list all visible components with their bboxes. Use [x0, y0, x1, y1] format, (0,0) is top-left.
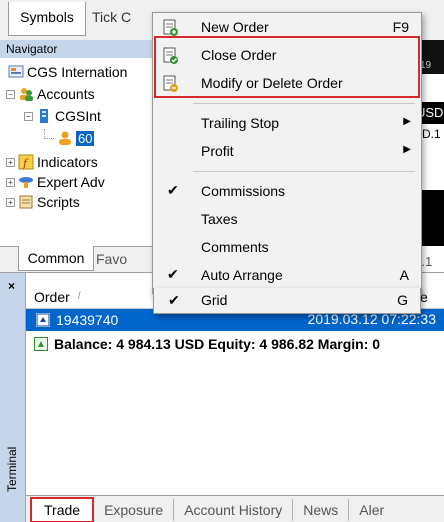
menu-item-taxes[interactable]: Taxes	[153, 207, 421, 233]
tree-label-server: CGSInt	[55, 108, 101, 124]
menu-label: Profit	[201, 143, 234, 159]
check-icon: ✔	[167, 266, 179, 282]
indicators-icon: f	[18, 154, 34, 170]
tab-account-history[interactable]: Account History	[174, 498, 294, 521]
scripts-icon	[18, 194, 34, 210]
close-icon[interactable]: ×	[8, 279, 15, 293]
terminal-side-bar: × Terminal	[0, 273, 26, 522]
menu-label: Commissions	[201, 183, 286, 199]
tree-item-account[interactable]: 60	[44, 128, 95, 148]
navigator-tab-common[interactable]: Common	[18, 246, 94, 271]
tree-label-broker: CGS Internation	[27, 64, 128, 80]
submenu-arrow-icon: ▶	[403, 116, 411, 127]
account-user-icon	[57, 130, 73, 146]
tree-label-experts: Expert Adv	[37, 174, 105, 190]
order-id: 19439740	[56, 312, 119, 328]
tree-label-accounts: Accounts	[37, 86, 95, 102]
expand-icon[interactable]: +	[6, 197, 15, 207]
terminal-tabs: Trade Exposure Account History News Aler	[26, 495, 444, 522]
tree-label-scripts: Scripts	[37, 194, 80, 210]
tree-item-broker[interactable]: CGS Internation	[8, 62, 127, 82]
menu-shortcut: F9	[392, 19, 409, 35]
tab-trade[interactable]: Trade	[30, 496, 95, 522]
tree-label-indicators: Indicators	[37, 154, 98, 170]
collapse-icon[interactable]: −	[6, 89, 15, 99]
menu-item-commissions[interactable]: ✔ Commissions	[153, 179, 421, 205]
expand-icon[interactable]: +	[6, 177, 15, 187]
tree-item-server[interactable]: − CGSInt	[24, 106, 101, 126]
tree-item-indicators[interactable]: + f Indicators	[6, 152, 98, 172]
expand-icon[interactable]: +	[6, 157, 15, 167]
check-icon: ✔	[167, 182, 179, 198]
menu-label: Trailing Stop	[201, 115, 280, 131]
tree-item-experts[interactable]: + Expert Adv	[6, 172, 105, 192]
menu-item-comments[interactable]: Comments	[153, 235, 421, 261]
accounts-icon	[18, 86, 34, 102]
submenu-arrow-icon: ▶	[403, 144, 411, 155]
terminal-title: Terminal	[5, 446, 19, 492]
check-icon: ✔	[168, 292, 180, 308]
menu-item-trailing-stop[interactable]: Trailing Stop ▶	[153, 111, 421, 137]
highlight-annotation	[154, 36, 420, 98]
tree-item-accounts[interactable]: − Accounts	[6, 84, 95, 104]
navigator-tab-favorites[interactable]: Favo	[96, 247, 127, 271]
navigator-panel: Navigator CGS Internation − Accounts − C…	[0, 40, 160, 272]
balance-summary-row: ▲ Balance: 4 984.13 USD Equity: 4 986.82…	[26, 332, 444, 356]
new-order-icon	[161, 19, 179, 37]
navigator-title: Navigator	[0, 40, 160, 58]
balance-arrow-icon: ▲	[34, 337, 48, 351]
menu-item-auto-arrange[interactable]: ✔ Auto Arrange A	[153, 263, 421, 289]
menu-label: Taxes	[201, 211, 238, 227]
expert-advisors-icon	[18, 174, 34, 190]
menu-shortcut: G	[397, 292, 408, 308]
menu-label: Auto Arrange	[201, 267, 283, 283]
tree-item-scripts[interactable]: + Scripts	[6, 192, 80, 212]
tab-alerts[interactable]: Aler	[349, 499, 394, 521]
menu-separator	[193, 171, 415, 172]
navigator-tabs: Common Favo	[0, 246, 160, 272]
tree-connector	[44, 129, 54, 139]
menu-separator	[193, 103, 415, 104]
order-buy-icon	[36, 313, 50, 327]
collapse-icon[interactable]: −	[24, 111, 33, 121]
tab-tick-chart[interactable]: Tick C	[92, 2, 131, 32]
column-order[interactable]: Order	[26, 289, 70, 305]
sort-icon: /	[77, 291, 81, 302]
tab-exposure[interactable]: Exposure	[94, 498, 175, 521]
balance-summary: Balance: 4 984.13 USD Equity: 4 986.82 M…	[54, 336, 381, 352]
menu-shortcut: A	[399, 267, 409, 283]
tab-symbols[interactable]: Symbols	[8, 2, 86, 36]
menu-item-grid[interactable]: ✔ Grid G	[153, 288, 421, 314]
tree-label-account-number: 60	[76, 130, 95, 146]
menu-label: New Order	[201, 19, 269, 35]
menu-label: Comments	[201, 239, 269, 255]
menu-label: Grid	[201, 292, 228, 308]
menu-item-profit[interactable]: Profit ▶	[153, 139, 421, 165]
server-icon	[36, 108, 52, 124]
broker-icon	[8, 64, 24, 80]
tab-news[interactable]: News	[293, 498, 350, 521]
